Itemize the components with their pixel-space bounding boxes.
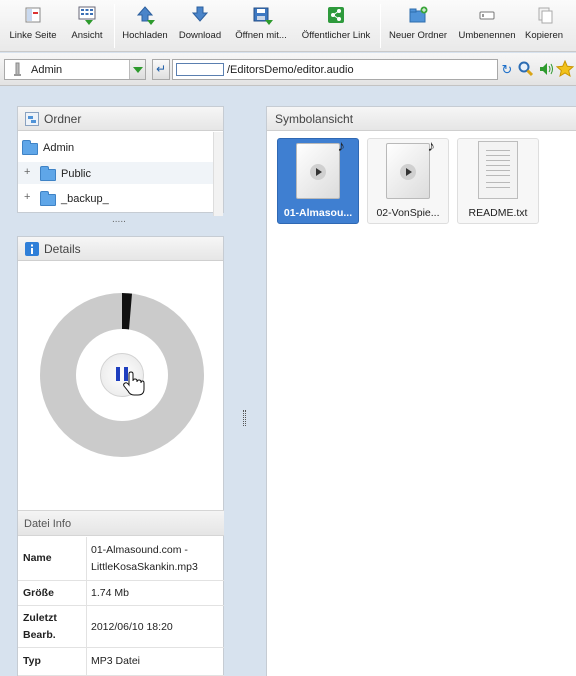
- info-row-modified: Zuletzt Bearb. 2012/06/10 18:20: [18, 606, 224, 648]
- file-tile-text[interactable]: README.txt: [457, 138, 539, 224]
- splitter-handle[interactable]: [243, 410, 246, 426]
- user-select[interactable]: Admin: [4, 59, 146, 80]
- folder-icon: [40, 191, 56, 206]
- copy-icon: [534, 6, 554, 24]
- info-icon: [25, 242, 39, 256]
- open-with-button[interactable]: Öffnen mit...: [232, 6, 290, 48]
- user-icon: [12, 62, 24, 81]
- view-grid-icon: [77, 6, 97, 25]
- sound-icon[interactable]: [537, 60, 555, 79]
- info-row-type: Typ MP3 Datei: [18, 648, 224, 676]
- level-up-icon: ↵: [155, 62, 167, 76]
- tree-scrollbar[interactable]: [213, 132, 223, 216]
- left-pane-icon: [23, 6, 43, 24]
- parent-folder-button[interactable]: ↵: [152, 59, 170, 80]
- file-info-header: Datei Info: [18, 510, 224, 536]
- upload-button[interactable]: Hochladen: [122, 6, 168, 48]
- audio-file-icon: ♪: [296, 138, 345, 199]
- toolbar: Linke Seite Ansicht Hochladen Download Ö…: [0, 0, 576, 52]
- music-note-icon: ♪: [337, 138, 346, 155]
- path-root-field[interactable]: [176, 63, 224, 76]
- path-field[interactable]: /EditorsDemo/editor.audio: [172, 59, 498, 80]
- main-panel-header: Symbolansicht: [267, 107, 576, 131]
- left-pane-button[interactable]: Linke Seite: [8, 6, 58, 48]
- play-icon: [310, 164, 326, 180]
- refresh-icon[interactable]: ↻: [498, 60, 516, 79]
- folders-panel: Ordner Admin + Public + _backup_: [17, 106, 224, 216]
- text-file-icon: [478, 141, 518, 199]
- folders-panel-header: Ordner: [18, 107, 223, 131]
- audio-progress-ring[interactable]: [40, 293, 204, 457]
- upload-arrow-icon: [135, 6, 155, 25]
- tree-item-public[interactable]: + Public: [18, 162, 214, 184]
- expand-icon[interactable]: +: [24, 166, 30, 178]
- new-folder-button[interactable]: Neuer Ordner: [388, 6, 448, 48]
- download-arrow-icon: [190, 6, 210, 24]
- toolbar-separator: [114, 4, 115, 48]
- rename-icon: [477, 6, 497, 24]
- pause-icon: [116, 367, 120, 381]
- folder-icon: [22, 140, 38, 155]
- file-tile-audio-2[interactable]: ♪ 02-VonSpie...: [367, 138, 449, 224]
- play-icon: [400, 164, 416, 180]
- open-with-icon: [251, 6, 273, 25]
- file-tile-audio-1[interactable]: ♪ 01-Almasou...: [277, 138, 359, 224]
- player-center: [76, 329, 168, 421]
- view-button[interactable]: Ansicht: [68, 6, 106, 48]
- folder-icon: [40, 166, 56, 181]
- address-bar: Admin ↵ /EditorsDemo/editor.audio ↻: [0, 53, 576, 86]
- info-row-name: Name 01-Almasound.com - LittleKosaSkanki…: [18, 537, 224, 581]
- audio-file-icon: ♪: [386, 138, 435, 199]
- tree-item-backup[interactable]: + _backup_: [18, 187, 214, 209]
- folder-tree-icon: [25, 112, 39, 126]
- download-button[interactable]: Download: [178, 6, 222, 48]
- share-icon: [326, 6, 346, 24]
- tree-item-admin[interactable]: Admin: [18, 137, 214, 159]
- panel-resize-handle[interactable]: .....: [112, 215, 126, 225]
- star-icon[interactable]: [555, 59, 575, 79]
- search-icon[interactable]: [517, 60, 535, 79]
- hand-cursor-icon: [123, 371, 145, 400]
- new-folder-icon: [408, 6, 428, 24]
- expand-icon[interactable]: +: [24, 191, 30, 203]
- copy-button[interactable]: Kopieren: [524, 6, 564, 48]
- public-link-button[interactable]: Öffentlicher Link: [300, 6, 372, 48]
- details-panel-header: Details: [18, 237, 223, 261]
- rename-button[interactable]: Umbenennen: [458, 6, 516, 48]
- chevron-down-icon[interactable]: [129, 60, 145, 79]
- toolbar-separator: [380, 4, 381, 48]
- info-row-size: Größe 1.74 Mb: [18, 581, 224, 606]
- music-note-icon: ♪: [427, 138, 436, 155]
- details-panel: Details Datei Info Name 01-Almasound.com…: [17, 236, 224, 676]
